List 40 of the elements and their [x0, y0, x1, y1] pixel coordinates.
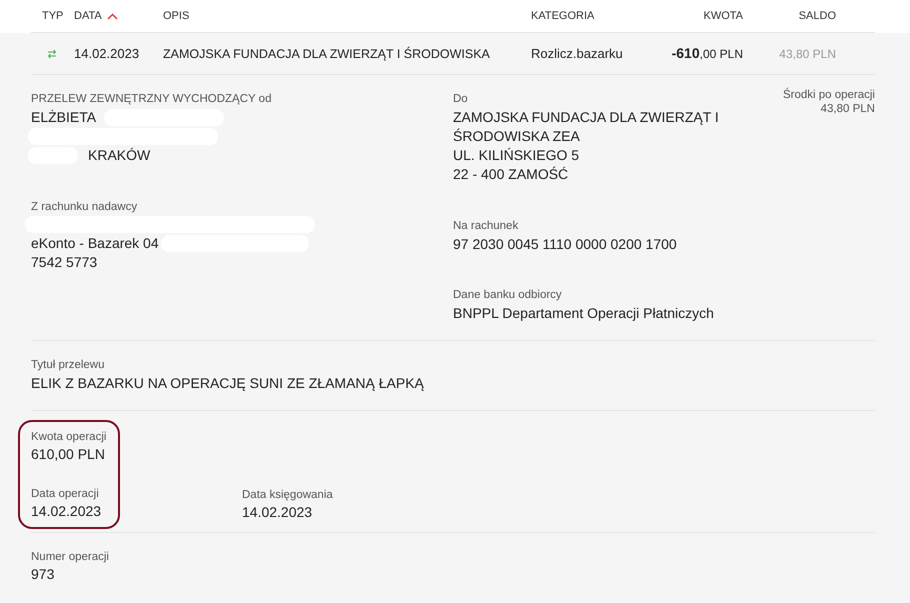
field-label: Do	[453, 92, 468, 106]
column-header[interactable]: OPIS	[163, 8, 190, 25]
table-cell: 14.02.2023	[74, 46, 140, 60]
field-value: 14.02.2023	[31, 502, 102, 521]
field-label: Kwota operacji	[31, 430, 106, 444]
column-header[interactable]: DATA	[74, 8, 102, 25]
field-value: 973	[31, 565, 54, 584]
transfer-arrows-icon	[47, 48, 57, 58]
field-value: 7542 5773	[31, 253, 98, 272]
column-header[interactable]: KWOTA	[703, 8, 743, 25]
field-value: ELIK Z BAZARKU NA OPERACJĘ SUNI ZE ZŁAMANĄ ŁAPKĄ	[31, 374, 424, 393]
field-value: eKonto - Bazarek 04	[31, 234, 159, 253]
field-label: Tytuł przelewu	[31, 358, 105, 372]
field-label: PRZELEW ZEWNĘTRZNY WYCHODZĄCY od	[31, 92, 272, 106]
field-label: Dane banku odbiorcy	[453, 288, 562, 302]
field-value: ELŻBIETA	[31, 108, 96, 127]
field-label: Data księgowania	[242, 488, 333, 502]
field-value: 97 2030 0045 1110 0000 0200 1700	[453, 235, 677, 254]
field-label: Z rachunku nadawcy	[31, 200, 138, 214]
table-cell: ZAMOJSKA FUNDACJA DLA ZWIERZĄT I ŚRODOWISKA	[163, 46, 490, 60]
column-header[interactable]: SALDO	[798, 8, 836, 25]
field-label: Data operacji	[31, 487, 99, 501]
sort-ascending-icon[interactable]	[106, 13, 118, 20]
field-value: 610,00 PLN	[31, 445, 105, 464]
field-value: 22 - 400 ZAMOŚĆ	[453, 165, 568, 184]
column-header[interactable]: KATEGORIA	[531, 8, 594, 25]
balance-value: 43,80 PLN	[779, 46, 836, 62]
field-label: Na rachunek	[453, 219, 518, 233]
table-cell: Rozlicz.bazarku	[531, 46, 623, 60]
field-value: 14.02.2023	[242, 503, 312, 522]
field-value: BNPPL Departament Operacji Płatniczych	[453, 304, 714, 323]
field-value: ZAMOJSKA FUNDACJA DLA ZWIERZĄT I	[453, 108, 719, 127]
column-header[interactable]: TYP	[42, 8, 64, 25]
field-label: Środki po operacji	[782, 88, 875, 102]
field-label: Numer operacji	[31, 550, 109, 564]
balance-after-value: 43,80 PLN	[820, 102, 875, 116]
field-value: ŚRODOWISKA ZEA	[453, 127, 580, 146]
amount-value: -610,00 PLN	[672, 44, 743, 62]
field-value: UL. KILIŃSKIEGO 5	[453, 146, 580, 165]
field-value: KRAKÓW	[88, 146, 150, 165]
